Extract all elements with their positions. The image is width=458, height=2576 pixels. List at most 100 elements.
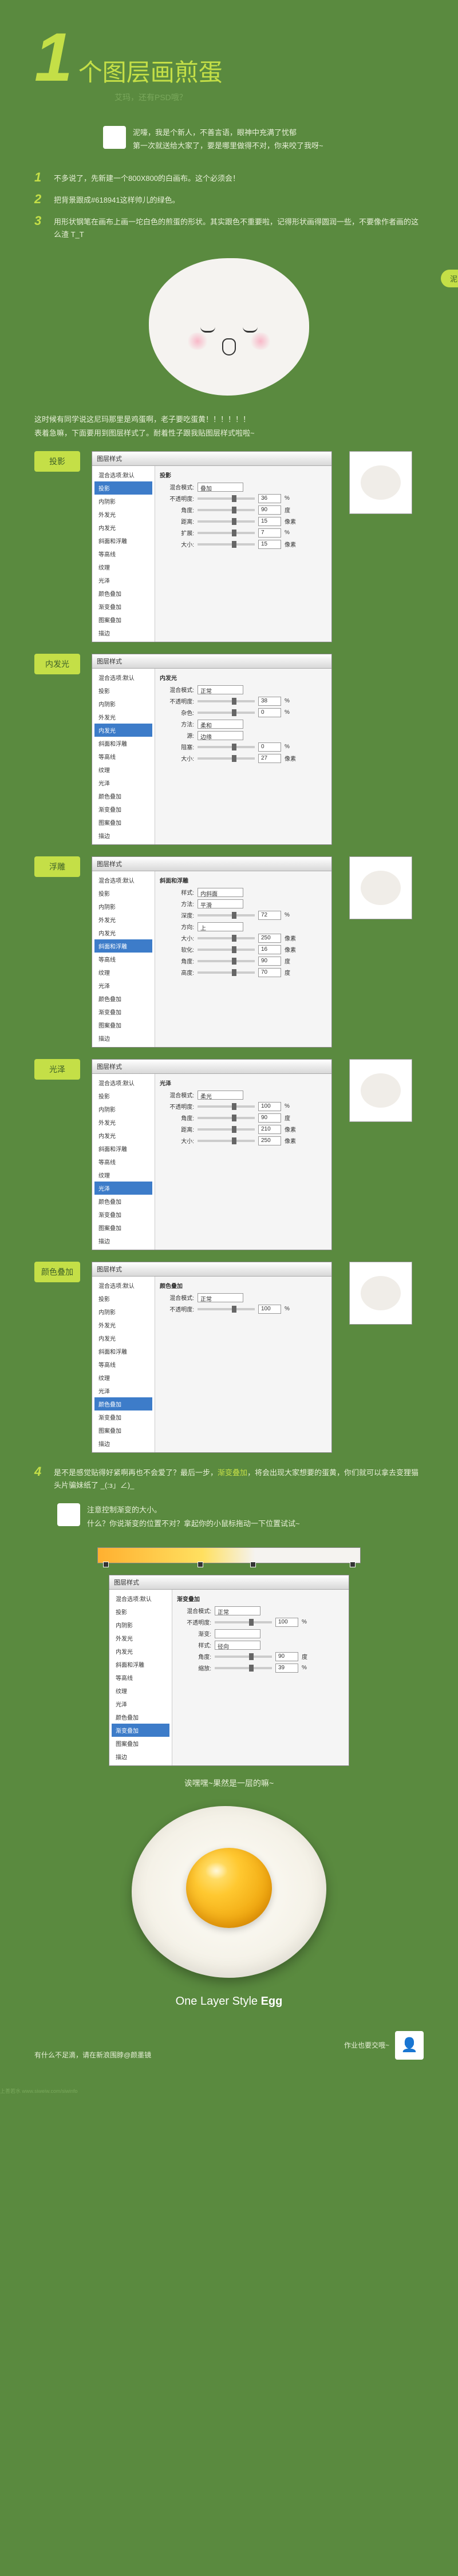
slider[interactable]	[198, 757, 255, 760]
slider[interactable]	[198, 949, 255, 951]
slider[interactable]	[198, 937, 255, 939]
layer-style-item[interactable]: 等高线	[94, 1155, 152, 1168]
layer-style-item[interactable]: 描边	[94, 1032, 152, 1045]
value-select[interactable]	[215, 1629, 260, 1638]
slider[interactable]	[215, 1667, 272, 1669]
layer-style-item[interactable]: 内阴影	[94, 495, 152, 508]
layer-style-item[interactable]: 光泽	[94, 979, 152, 992]
layer-style-item[interactable]: 渐变叠加	[94, 803, 152, 816]
layer-style-item[interactable]: 颜色叠加	[94, 1397, 152, 1411]
layer-style-item[interactable]: 内发光	[112, 1645, 169, 1658]
value-input[interactable]: 90	[258, 1113, 281, 1123]
value-input[interactable]: 16	[258, 945, 281, 954]
layer-style-item[interactable]: 等高线	[94, 750, 152, 763]
value-input[interactable]: 15	[258, 517, 281, 526]
layer-style-item[interactable]: 纹理	[94, 1371, 152, 1384]
layer-style-item[interactable]: 等高线	[112, 1671, 169, 1684]
layer-style-item[interactable]: 投影	[94, 1292, 152, 1305]
value-select[interactable]: 正常	[198, 1293, 243, 1302]
slider[interactable]	[198, 746, 255, 748]
slider[interactable]	[198, 1308, 255, 1310]
layer-style-item[interactable]: 投影	[94, 887, 152, 900]
layer-style-item[interactable]: 斜面和浮雕	[94, 737, 152, 750]
layer-style-item[interactable]: 内发光	[94, 724, 152, 737]
layer-style-item[interactable]: 外发光	[94, 1116, 152, 1129]
value-input[interactable]: 250	[258, 934, 281, 943]
value-input[interactable]: 38	[258, 697, 281, 706]
value-select[interactable]: 柔光	[198, 1091, 243, 1100]
value-input[interactable]: 27	[258, 754, 281, 763]
value-select[interactable]: 正常	[198, 685, 243, 694]
value-input[interactable]: 7	[258, 528, 281, 538]
value-input[interactable]: 90	[258, 505, 281, 515]
value-input[interactable]: 100	[275, 1618, 298, 1627]
value-select[interactable]: 正常	[215, 1606, 260, 1615]
value-input[interactable]: 0	[258, 708, 281, 717]
layer-style-item[interactable]: 内发光	[94, 926, 152, 939]
value-input[interactable]: 15	[258, 540, 281, 549]
value-input[interactable]: 36	[258, 494, 281, 503]
slider[interactable]	[198, 914, 255, 916]
layer-style-item[interactable]: 外发光	[94, 1318, 152, 1332]
slider[interactable]	[198, 520, 255, 523]
slider[interactable]	[198, 1105, 255, 1108]
value-input[interactable]: 250	[258, 1136, 281, 1145]
layer-style-item[interactable]: 描边	[94, 1234, 152, 1247]
layer-style-item[interactable]: 内阴影	[112, 1618, 169, 1631]
layer-style-item[interactable]: 斜面和浮雕	[112, 1658, 169, 1671]
layer-style-item[interactable]: 描边	[112, 1750, 169, 1763]
layer-style-item[interactable]: 光泽	[94, 1384, 152, 1397]
layer-style-item[interactable]: 颜色叠加	[94, 992, 152, 1005]
value-select[interactable]: 上	[198, 922, 243, 931]
layer-style-item[interactable]: 光泽	[112, 1697, 169, 1710]
layer-style-item[interactable]: 图案叠加	[94, 1018, 152, 1032]
layer-style-item[interactable]: 图案叠加	[112, 1737, 169, 1750]
layer-style-item[interactable]: 投影	[94, 1089, 152, 1103]
slider[interactable]	[198, 497, 255, 500]
layer-style-item[interactable]: 内发光	[94, 1129, 152, 1142]
layer-style-item[interactable]: 投影	[112, 1605, 169, 1618]
layer-style-item[interactable]: 纹理	[94, 560, 152, 574]
layer-style-item[interactable]: 斜面和浮雕	[94, 534, 152, 547]
slider[interactable]	[198, 1128, 255, 1131]
layer-style-item[interactable]: 渐变叠加	[94, 1208, 152, 1221]
layer-style-item[interactable]: 渐变叠加	[112, 1724, 169, 1737]
layer-style-item[interactable]: 内阴影	[94, 1305, 152, 1318]
slider[interactable]	[198, 532, 255, 534]
slider[interactable]	[198, 1140, 255, 1142]
layer-style-item[interactable]: 内发光	[94, 521, 152, 534]
layer-style-item[interactable]: 混合选项:默认	[94, 671, 152, 684]
layer-style-item[interactable]: 外发光	[94, 913, 152, 926]
value-input[interactable]: 100	[258, 1305, 281, 1314]
slider[interactable]	[198, 1117, 255, 1119]
layer-style-item[interactable]: 内阴影	[94, 900, 152, 913]
value-input[interactable]: 90	[258, 957, 281, 966]
value-input[interactable]: 90	[275, 1652, 298, 1661]
slider[interactable]	[198, 712, 255, 714]
layer-style-item[interactable]: 投影	[94, 684, 152, 697]
gradient-editor[interactable]	[97, 1547, 361, 1563]
value-select[interactable]: 边缘	[198, 731, 243, 740]
value-input[interactable]: 70	[258, 968, 281, 977]
value-select[interactable]: 径向	[215, 1641, 260, 1650]
layer-style-item[interactable]: 等高线	[94, 953, 152, 966]
layer-style-item[interactable]: 描边	[94, 1437, 152, 1450]
layer-style-item[interactable]: 图案叠加	[94, 816, 152, 829]
value-input[interactable]: 0	[258, 742, 281, 752]
gradient-stop[interactable]	[198, 1562, 203, 1567]
layer-style-item[interactable]: 光泽	[94, 574, 152, 587]
slider[interactable]	[198, 509, 255, 511]
layer-style-item[interactable]: 内阴影	[94, 1103, 152, 1116]
layer-style-item[interactable]: 混合选项:默认	[94, 468, 152, 481]
layer-style-item[interactable]: 纹理	[94, 1168, 152, 1182]
layer-style-item[interactable]: 等高线	[94, 1358, 152, 1371]
layer-style-item[interactable]: 混合选项:默认	[94, 1279, 152, 1292]
layer-style-item[interactable]: 图案叠加	[94, 1221, 152, 1234]
value-input[interactable]: 39	[275, 1664, 298, 1673]
layer-style-item[interactable]: 光泽	[94, 776, 152, 789]
layer-style-item[interactable]: 颜色叠加	[94, 1195, 152, 1208]
layer-style-item[interactable]: 混合选项:默认	[94, 1076, 152, 1089]
layer-style-item[interactable]: 纹理	[112, 1684, 169, 1697]
slider[interactable]	[198, 960, 255, 962]
layer-style-item[interactable]: 斜面和浮雕	[94, 1142, 152, 1155]
